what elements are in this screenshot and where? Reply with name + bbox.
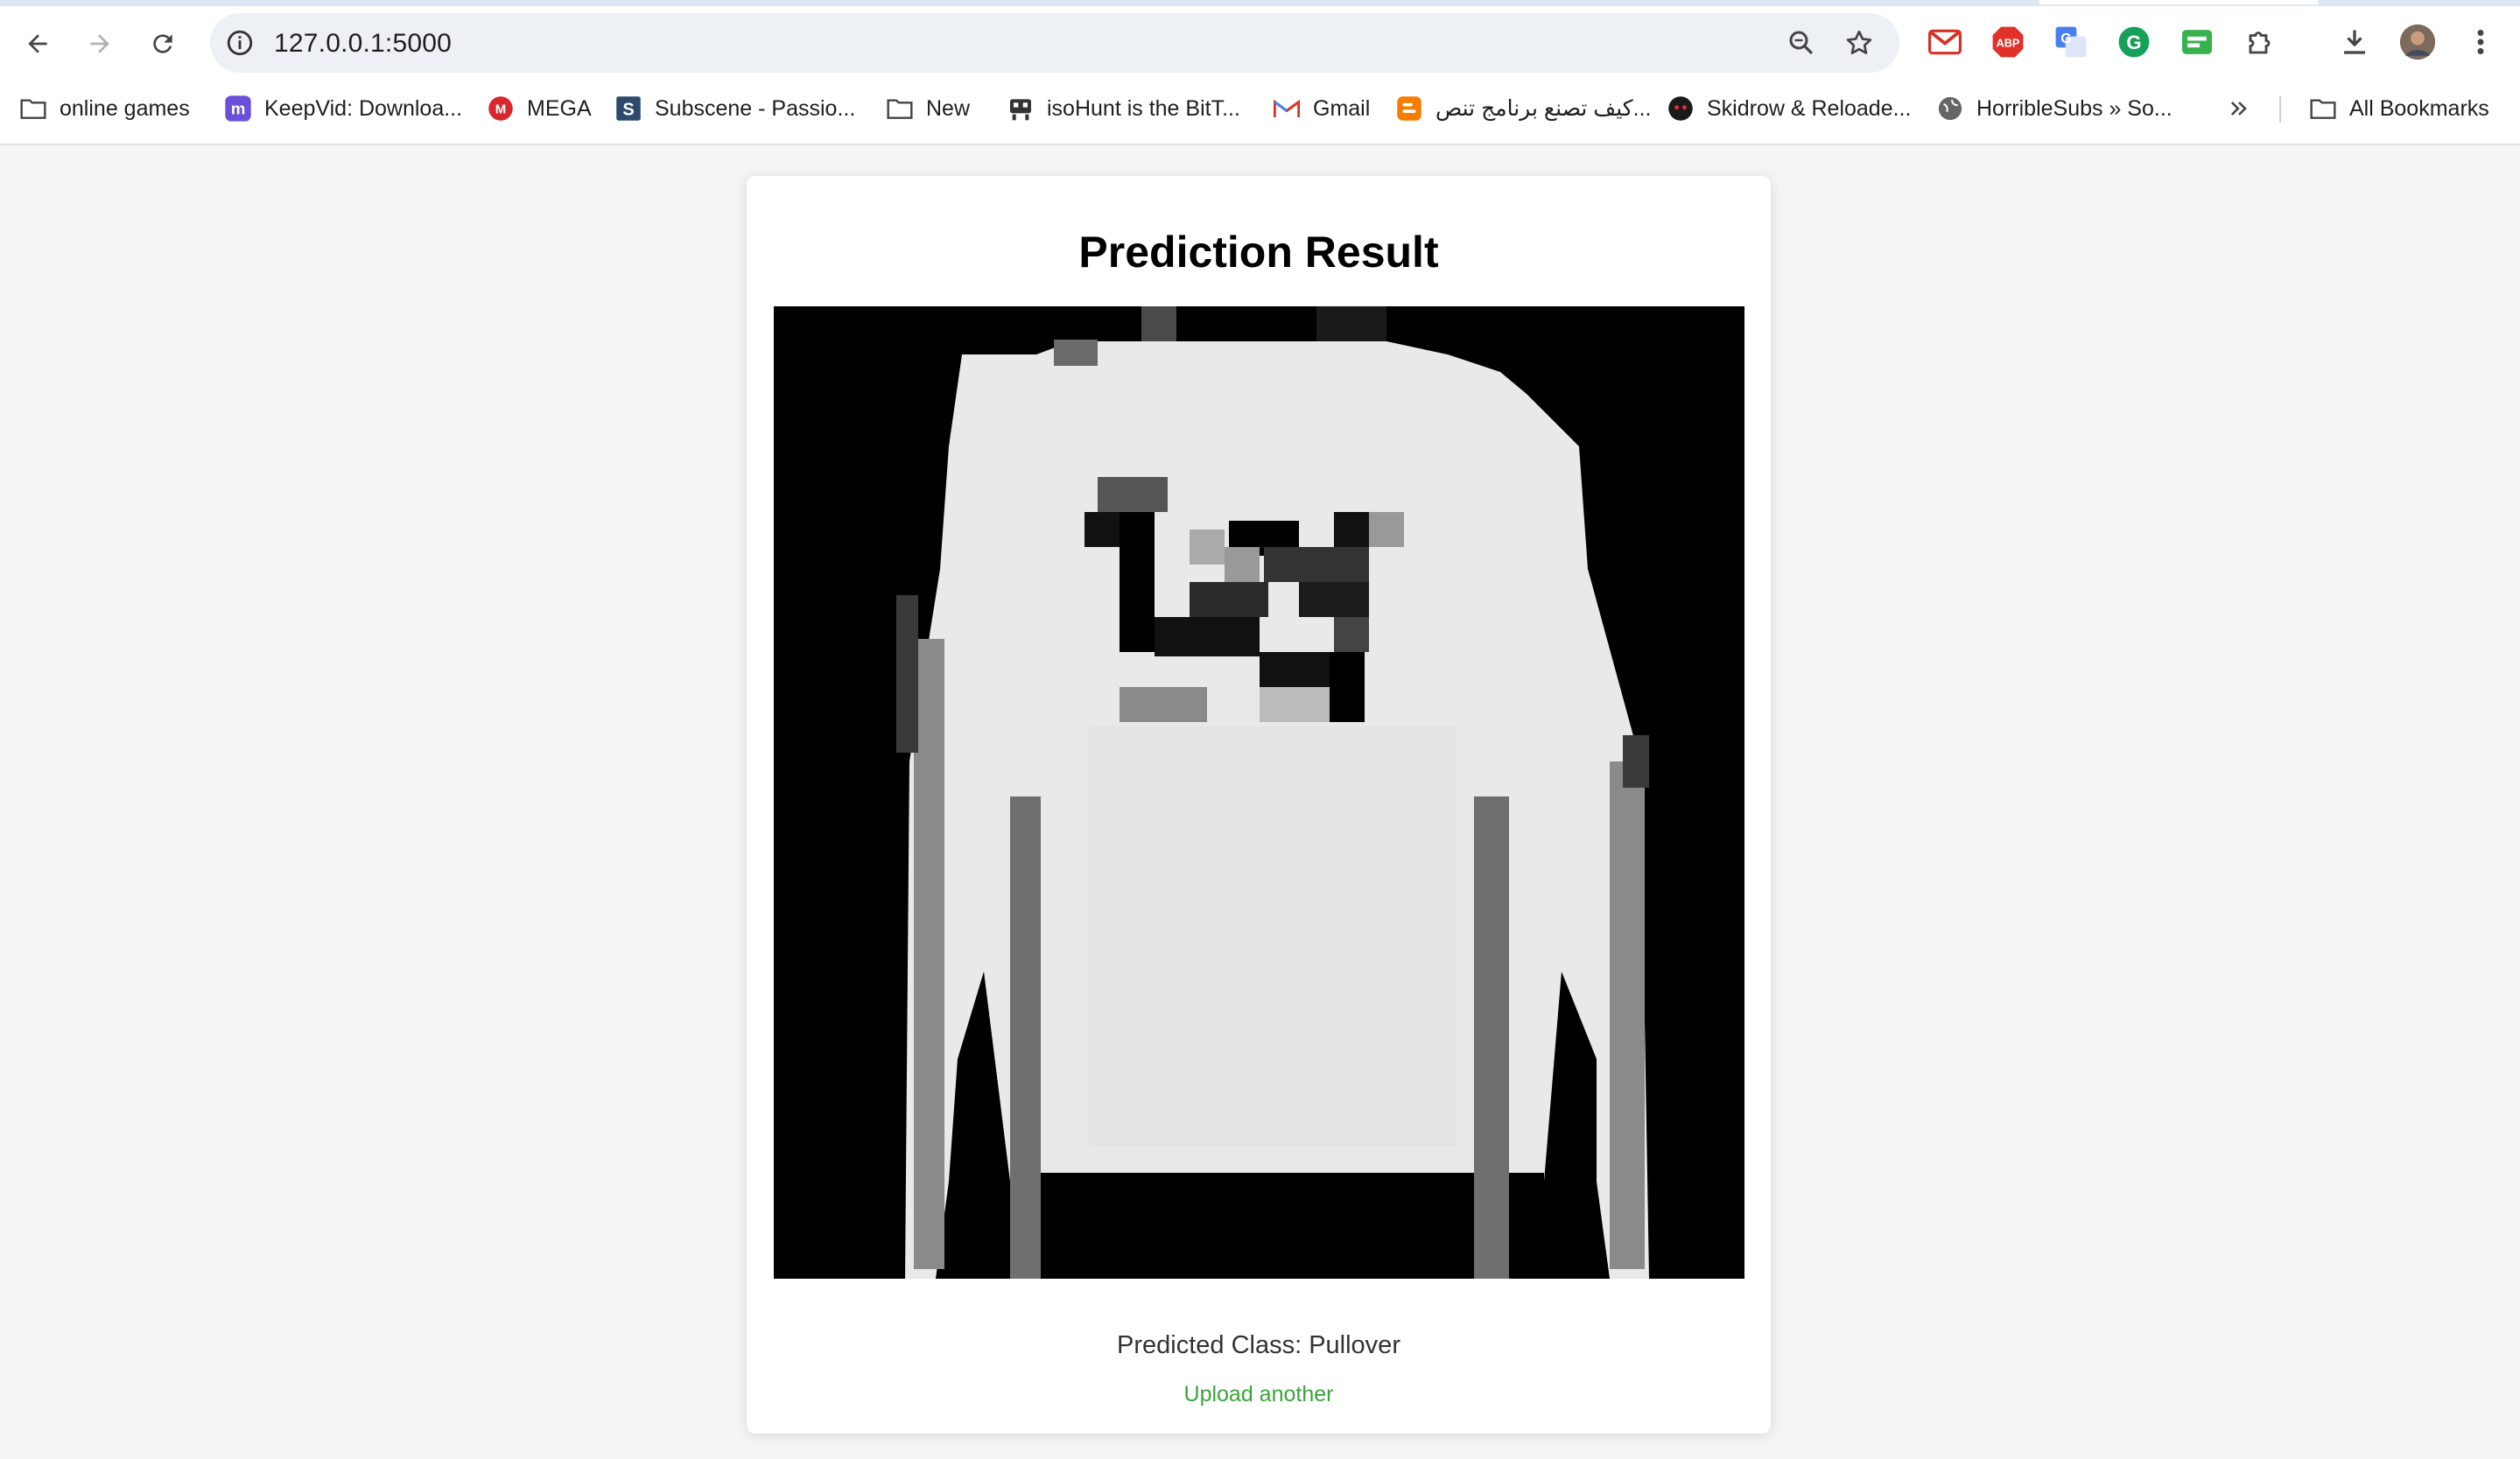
upload-another-link[interactable]: Upload another: [747, 1382, 1771, 1407]
skidrow-icon: [1667, 95, 1695, 123]
svg-text:ABP: ABP: [1997, 38, 2020, 50]
bookmark-label: HorribleSubs » So...: [1976, 95, 2173, 121]
bookmark-new[interactable]: New: [886, 91, 970, 126]
folder-icon: [886, 95, 914, 123]
back-button[interactable]: [13, 19, 62, 68]
subscene-icon: S: [614, 95, 642, 123]
site-info-icon[interactable]: [225, 28, 255, 58]
keepvid-icon: m: [224, 95, 252, 123]
browser-chrome: 127.0.0.1:5000 ABP G G online games m Ke…: [0, 0, 2520, 145]
bookmark-label: New: [926, 95, 971, 121]
globe-icon: [1936, 95, 1964, 123]
prediction-image: [774, 306, 1744, 1279]
back-arrow-icon: [28, 34, 47, 53]
svg-text:M: M: [495, 102, 507, 117]
menu-kebab-icon[interactable]: [2461, 23, 2500, 61]
page-title: Prediction Result: [1078, 228, 1439, 277]
zoom-icon[interactable]: [1786, 27, 1817, 59]
bookmark-label: Gmail: [1313, 95, 1371, 121]
profile-avatar-icon[interactable]: [2398, 23, 2437, 61]
bookmark-label: Subscene - Passio...: [655, 95, 856, 121]
forward-arrow-icon: [90, 34, 109, 53]
folder-icon: [19, 95, 47, 123]
adblock-plus-icon[interactable]: ABP: [1989, 23, 2027, 61]
toolbar-divider: [0, 144, 2520, 145]
bookmark-label: online games: [60, 95, 190, 121]
svg-text:S: S: [622, 101, 634, 120]
bookmark-gmail[interactable]: Gmail: [1273, 91, 1370, 126]
svg-text:G: G: [2060, 32, 2071, 46]
gmail-extension-icon[interactable]: [1926, 23, 1964, 61]
more-bookmarks-button[interactable]: [2225, 91, 2265, 126]
address-bar[interactable]: 127.0.0.1:5000: [210, 13, 1899, 73]
forward-button[interactable]: [75, 19, 124, 68]
bookmark-label: كيف تصنع برنامج تنص...: [1435, 96, 1652, 121]
bookmark-blogger[interactable]: كيف تصنع برنامج تنص...: [1395, 91, 1651, 126]
predicted-class-text: Predicted Class: Pullover: [1117, 1331, 1400, 1359]
bookmark-subscene[interactable]: S Subscene - Passio...: [614, 91, 855, 126]
url-text[interactable]: 127.0.0.1:5000: [274, 29, 452, 59]
bookmark-label: MEGA: [527, 95, 592, 121]
folder-icon: [2309, 95, 2337, 123]
gmail-icon: [1273, 95, 1301, 123]
bookmark-label: isoHunt is the BitT...: [1047, 95, 1240, 121]
bookmark-horriblesubs[interactable]: HorribleSubs » So...: [1936, 91, 2173, 126]
puzzle-extensions-icon[interactable]: [2242, 23, 2280, 61]
reload-button[interactable]: [138, 19, 187, 68]
bookmark-isohunt[interactable]: isoHunt is the BitT...: [1007, 91, 1240, 126]
bookmark-mega[interactable]: M MEGA: [487, 91, 592, 126]
bookmark-label: Skidrow & Reloade...: [1707, 95, 1912, 121]
bookmark-skidrow[interactable]: Skidrow & Reloade...: [1667, 91, 1911, 126]
reload-icon: [153, 34, 172, 53]
bookmark-online-games[interactable]: online games: [19, 91, 190, 126]
bookmark-keepvid[interactable]: m KeepVid: Downloa...: [224, 91, 462, 126]
bookmark-star-icon[interactable]: [1843, 27, 1875, 59]
download-icon[interactable]: [2335, 23, 2374, 61]
all-bookmarks-label: All Bookmarks: [2349, 95, 2489, 121]
double-chevron-right-icon: [2225, 95, 2253, 123]
green-extension-icon[interactable]: [2178, 23, 2216, 61]
bookmark-label: KeepVid: Downloa...: [264, 95, 463, 121]
bookmarks-bar: online games m KeepVid: Downloa... M MEG…: [0, 81, 2520, 137]
bookmarks-separator: [2279, 96, 2281, 123]
result-card: Prediction Result Predicted Class: Pullo…: [747, 176, 1771, 1434]
blogger-icon: [1395, 95, 1423, 123]
all-bookmarks-folder[interactable]: All Bookmarks: [2309, 91, 2489, 126]
isohunt-icon: [1007, 95, 1035, 123]
mega-icon: M: [487, 95, 515, 123]
google-translate-icon[interactable]: G: [2052, 23, 2090, 61]
svg-text:m: m: [231, 100, 246, 118]
grammarly-icon[interactable]: G: [2115, 23, 2153, 61]
active-tab-edge: [2039, 0, 2318, 4]
svg-text:G: G: [2126, 32, 2141, 53]
pullover-pixel-image: [774, 306, 1744, 1279]
